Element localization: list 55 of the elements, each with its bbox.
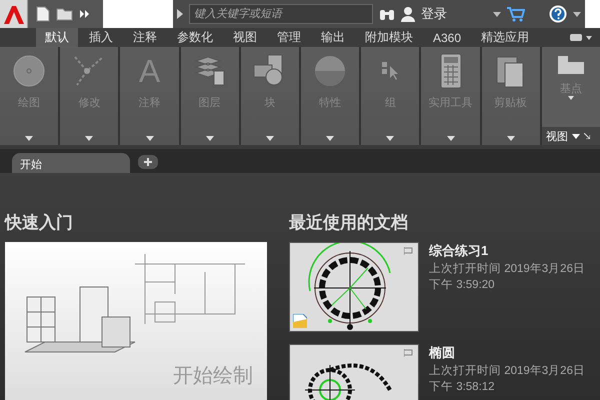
dropdown-arrow-icon[interactable] (206, 136, 214, 141)
card-caption: 开始绘制 (173, 364, 253, 389)
ribbon-tab[interactable]: 默认 (36, 28, 78, 47)
plus-icon (144, 158, 152, 166)
binoculars-icon[interactable] (379, 7, 395, 21)
document-name[interactable]: 椭圆 (429, 344, 585, 362)
user-icon (401, 6, 415, 22)
help-icon[interactable] (549, 5, 567, 23)
dropdown-arrow-icon[interactable] (568, 96, 574, 100)
app-logo-icon (4, 4, 24, 24)
last-opened-label: 上次打开时间 2019年3月26日 (429, 262, 585, 276)
ribbon-tab[interactable]: 注释 (124, 28, 166, 47)
new-tab-button[interactable] (138, 155, 158, 169)
ribbon-tab[interactable]: 插入 (80, 28, 122, 47)
new-file-icon[interactable] (36, 6, 50, 22)
panel-toggle-icon[interactable] (570, 34, 592, 42)
ribbon-tab[interactable]: 附加模块 (356, 28, 422, 47)
ribbon-tab[interactable]: 视图 (224, 28, 266, 47)
panel-title: 视图 (546, 130, 568, 144)
dropdown-arrow-icon[interactable] (146, 136, 154, 141)
dropdown-arrow-icon[interactable] (572, 134, 580, 138)
launcher-arrow-icon[interactable] (584, 133, 590, 139)
ribbon-tab[interactable]: 输出 (312, 28, 354, 47)
dropdown-arrow-icon[interactable] (266, 136, 274, 141)
ribbon-tab[interactable]: A360 (424, 28, 470, 47)
pin-icon[interactable] (404, 247, 414, 255)
section-title: 最近使用的文档 (289, 212, 409, 234)
last-opened-time: 下午 3:59:20 (429, 278, 496, 292)
application-menu-button[interactable] (0, 0, 28, 28)
document-tab[interactable]: 开始 (12, 153, 130, 173)
ribbon-tab[interactable]: 精选应用 (472, 28, 538, 47)
expand-arrow-icon[interactable] (177, 9, 183, 19)
dropdown-arrow-icon[interactable] (506, 136, 515, 141)
dropdown-arrow-icon[interactable] (573, 12, 581, 16)
dropdown-arrow-icon[interactable] (85, 136, 94, 141)
dropdown-arrow-icon[interactable] (386, 136, 394, 141)
document-thumbnail[interactable] (289, 242, 419, 332)
pin-icon[interactable] (404, 349, 414, 357)
folder-icon (556, 55, 585, 75)
cursor-icon (381, 61, 400, 81)
login-button[interactable]: 登录 (421, 5, 447, 23)
ribbon-tab[interactable]: 参数化 (168, 28, 222, 47)
document-name[interactable]: 综合练习1 (429, 242, 585, 260)
more-icon[interactable] (80, 10, 90, 18)
dropdown-arrow-icon[interactable] (25, 136, 34, 141)
search-field[interactable]: 键入关键字或短语 (189, 4, 373, 24)
dropdown-arrow-icon[interactable] (446, 136, 455, 141)
last-opened-label: 上次打开时间 2019年3月26日 (429, 364, 585, 378)
dropdown-arrow-icon[interactable] (326, 136, 334, 141)
last-opened-time: 下午 3:58:12 (429, 380, 496, 394)
dropdown-arrow-icon[interactable] (493, 12, 501, 16)
ribbon-tab[interactable]: 管理 (268, 28, 310, 47)
open-folder-icon[interactable] (56, 7, 74, 21)
cart-icon[interactable] (507, 6, 525, 22)
section-title: 快速入门 (5, 212, 74, 234)
